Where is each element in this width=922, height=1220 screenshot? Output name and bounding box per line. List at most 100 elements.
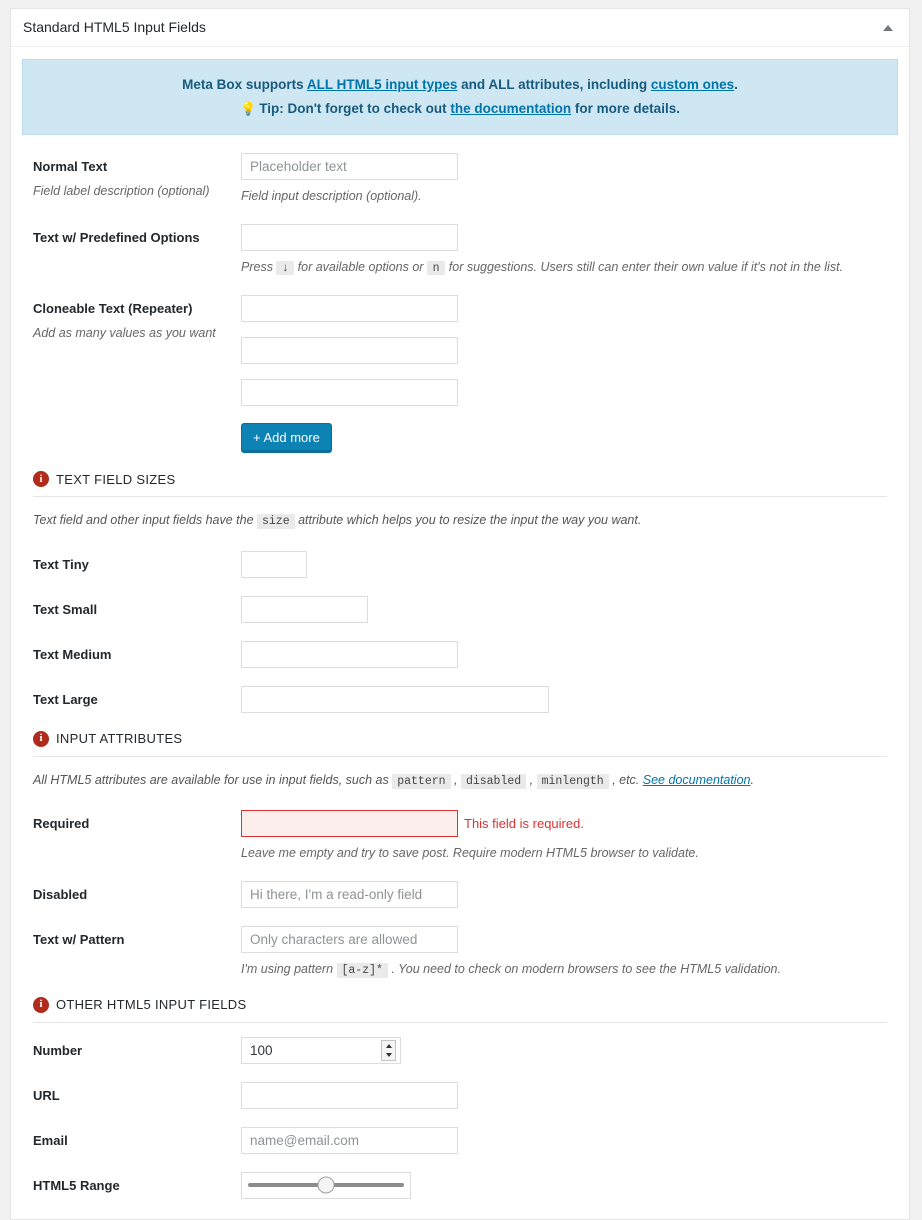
label-text-small: Text Small [33,601,241,619]
cloneable-text-input[interactable] [241,295,458,322]
page-title: Standard HTML5 Input Fields [23,18,206,38]
disabled-code-chip: disabled [461,774,526,789]
predefined-options-input[interactable] [241,224,458,251]
size-code-chip: size [257,514,295,529]
field-number-input-col [241,1037,898,1064]
link-see-documentation[interactable]: See documentation [643,773,751,787]
required-error-message: This field is required. [464,816,584,831]
text-pattern-input[interactable] [241,926,458,953]
caret-up-icon [386,1044,392,1048]
field-email-input-col [241,1127,898,1154]
label-email: Email [33,1132,241,1150]
label-html5-range: HTML5 Range [33,1177,241,1195]
label-text-tiny: Text Tiny [33,556,241,574]
section-divider [33,496,887,497]
info-circle-icon: i [33,997,49,1013]
field-text-small-label-col: Text Small [33,596,241,619]
clone-row [241,379,898,406]
range-slider[interactable] [241,1172,411,1199]
sizes-desc-1: Text field and other input fields have t… [33,513,257,527]
section-text-field-sizes-header: i TEXT FIELD SIZES [22,471,898,487]
field-text-medium: Text Medium [22,641,898,668]
text-large-input[interactable] [241,686,549,713]
link-custom-ones[interactable]: custom ones [651,77,734,92]
notice-text-2b: for more details. [571,101,680,116]
info-circle-icon: i [33,731,49,747]
field-normal-text-input-col: Field input description (optional). [241,153,898,206]
caret-up-icon[interactable] [881,21,895,35]
field-disabled-input-col [241,881,898,908]
label-predefined-options: Text w/ Predefined Options [33,229,241,247]
arrow-down-key-chip: ↓ [276,261,294,275]
label-text-medium: Text Medium [33,646,241,664]
label-disabled: Disabled [33,886,241,904]
url-input[interactable] [241,1082,458,1109]
field-email-label-col: Email [33,1127,241,1150]
label-normal-text: Normal Text [33,158,241,176]
field-range-input-col [241,1172,898,1199]
number-stepper [241,1037,401,1064]
email-input[interactable] [241,1127,458,1154]
range-thumb[interactable] [318,1177,335,1194]
normal-text-input[interactable] [241,153,458,180]
field-required-label-col: Required [33,810,241,833]
field-text-pattern-input-col: I'm using pattern [a-z]* . You need to c… [241,926,898,979]
field-number: Number [22,1037,898,1064]
field-range-label-col: HTML5 Range [33,1172,241,1195]
cloneable-text-input[interactable] [241,337,458,364]
predefined-desc-2: for available options or [294,260,427,274]
field-email: Email [22,1127,898,1154]
section-divider [33,1022,887,1023]
notice-text-1b: and ALL attributes, including [457,77,651,92]
number-input[interactable] [241,1037,401,1064]
attrs-desc-1: All HTML5 attributes are available for u… [33,773,392,787]
section-input-attributes-header: i INPUT ATTRIBUTES [22,731,898,747]
section-title-input-attributes: INPUT ATTRIBUTES [56,731,182,746]
field-text-tiny-input-col [241,551,898,578]
number-spinner-icon[interactable] [381,1040,396,1061]
section-desc-text-field-sizes: Text field and other input fields have t… [22,511,898,530]
field-predefined-label-col: Text w/ Predefined Options [33,224,241,247]
spinner-down-button[interactable] [382,1050,395,1060]
section-other-html5-header: i OTHER HTML5 INPUT FIELDS [22,997,898,1013]
predefined-desc-3: for suggestions. Users still can enter t… [445,260,843,274]
field-disabled: Disabled [22,881,898,908]
notice-text-1a: Meta Box supports [182,77,307,92]
metabox-panel: Standard HTML5 Input Fields Meta Box sup… [10,8,910,1220]
minlength-code-chip: minlength [537,774,609,789]
cloneable-text-input[interactable] [241,379,458,406]
sizes-desc-2: attribute which helps you to resize the … [295,513,642,527]
spinner-up-button[interactable] [382,1041,395,1051]
label-number: Number [33,1042,241,1060]
text-tiny-input[interactable] [241,551,307,578]
text-medium-input[interactable] [241,641,458,668]
field-text-pattern-label-col: Text w/ Pattern [33,926,241,949]
metabox-body: Meta Box supports ALL HTML5 input types … [11,47,909,1219]
label-desc-normal-text: Field label description (optional) [33,183,241,201]
notice-line-1: Meta Box supports ALL HTML5 input types … [33,73,887,97]
field-predefined-input-col: Press ↓ for available options or n for s… [241,224,898,277]
required-input[interactable] [241,810,458,837]
label-url: URL [33,1087,241,1105]
notice-line-2: 💡Tip: Don't forget to check out the docu… [33,97,887,121]
field-text-medium-label-col: Text Medium [33,641,241,664]
input-desc-predefined: Press ↓ for available options or n for s… [241,258,898,277]
field-text-tiny: Text Tiny [22,551,898,578]
input-desc-text-pattern: I'm using pattern [a-z]* . You need to c… [241,960,898,979]
attrs-sep-2: , [526,773,536,787]
input-desc-required: Leave me empty and try to save post. Req… [241,844,898,863]
predefined-desc-1: Press [241,260,276,274]
field-cloneable-text: Cloneable Text (Repeater) Add as many va… [22,295,898,453]
section-title-text-field-sizes: TEXT FIELD SIZES [56,472,175,487]
field-text-tiny-label-col: Text Tiny [33,551,241,574]
input-desc-normal-text: Field input description (optional). [241,187,898,206]
add-more-button[interactable]: + Add more [241,423,332,453]
text-small-input[interactable] [241,596,368,623]
lightbulb-icon: 💡 [240,101,256,116]
metabox-header[interactable]: Standard HTML5 Input Fields [11,9,909,47]
link-all-html5-input-types[interactable]: ALL HTML5 input types [307,77,458,92]
info-circle-icon: i [33,471,49,487]
attrs-sep-1: , [451,773,461,787]
link-the-documentation[interactable]: the documentation [450,101,571,116]
field-number-label-col: Number [33,1037,241,1060]
